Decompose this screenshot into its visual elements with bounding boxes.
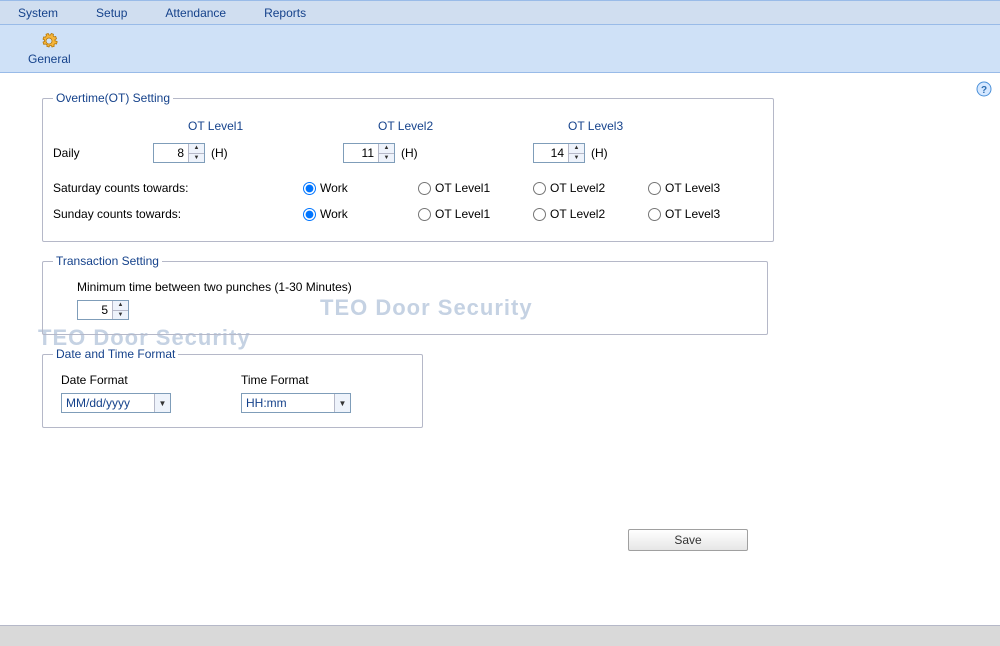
spin-up-icon[interactable]: ▲: [189, 144, 204, 154]
svg-text:?: ?: [981, 85, 987, 96]
hours-suffix: (H): [591, 146, 608, 160]
toolbar: General: [0, 25, 1000, 73]
sunday-l2-radio[interactable]: OT Level2: [533, 207, 648, 221]
time-format-label: Time Format: [241, 373, 351, 387]
status-strip: [0, 626, 1000, 646]
spin-down-icon[interactable]: ▼: [379, 154, 394, 163]
saturday-l3-radio[interactable]: OT Level3: [648, 181, 763, 195]
daily-l3-input[interactable]: [534, 144, 568, 162]
gear-icon: [40, 32, 58, 50]
time-format-value: HH:mm: [242, 396, 334, 410]
chevron-down-icon: ▼: [154, 394, 170, 412]
general-button[interactable]: General: [28, 32, 71, 66]
daily-l1-input[interactable]: [154, 144, 188, 162]
transaction-setting-group: Transaction Setting Minimum time between…: [42, 254, 768, 335]
help-icon[interactable]: ?: [976, 81, 992, 97]
min-punch-label: Minimum time between two punches (1-30 M…: [77, 280, 757, 294]
spin-up-icon[interactable]: ▲: [569, 144, 584, 154]
menu-attendance[interactable]: Attendance: [165, 6, 226, 20]
sunday-l3-radio[interactable]: OT Level3: [648, 207, 763, 221]
spin-down-icon[interactable]: ▼: [113, 311, 128, 320]
ot-header-l2: OT Level2: [343, 119, 533, 133]
datetime-legend: Date and Time Format: [53, 347, 178, 361]
daily-l2-spinner[interactable]: ▲▼: [343, 143, 395, 163]
spin-up-icon[interactable]: ▲: [113, 301, 128, 311]
daily-l3-spinner[interactable]: ▲▼: [533, 143, 585, 163]
min-punch-spinner[interactable]: ▲▼: [77, 300, 129, 320]
hours-suffix: (H): [211, 146, 228, 160]
spin-down-icon[interactable]: ▼: [569, 154, 584, 163]
saturday-l1-radio[interactable]: OT Level1: [418, 181, 533, 195]
ot-header-l1: OT Level1: [153, 119, 343, 133]
overtime-legend: Overtime(OT) Setting: [53, 91, 173, 105]
sunday-label: Sunday counts towards:: [53, 207, 303, 221]
transaction-legend: Transaction Setting: [53, 254, 162, 268]
general-label: General: [28, 52, 71, 66]
content-area: ? TEO Door Security TEO Door Security Ov…: [0, 73, 1000, 626]
daily-l2-input[interactable]: [344, 144, 378, 162]
date-format-value: MM/dd/yyyy: [62, 396, 154, 410]
saturday-l2-radio[interactable]: OT Level2: [533, 181, 648, 195]
daily-label: Daily: [53, 146, 153, 160]
menu-reports[interactable]: Reports: [264, 6, 306, 20]
date-format-label: Date Format: [61, 373, 171, 387]
menu-setup[interactable]: Setup: [96, 6, 127, 20]
ot-header-l3: OT Level3: [533, 119, 723, 133]
sunday-l1-radio[interactable]: OT Level1: [418, 207, 533, 221]
overtime-setting-group: Overtime(OT) Setting OT Level1 OT Level2…: [42, 91, 774, 242]
spin-down-icon[interactable]: ▼: [189, 154, 204, 163]
min-punch-input[interactable]: [78, 301, 112, 319]
saturday-label: Saturday counts towards:: [53, 181, 303, 195]
menu-system[interactable]: System: [18, 6, 58, 20]
chevron-down-icon: ▼: [334, 394, 350, 412]
menubar: System Setup Attendance Reports: [0, 0, 1000, 25]
date-time-format-group: Date and Time Format Date Format MM/dd/y…: [42, 347, 423, 428]
saturday-work-radio[interactable]: Work: [303, 181, 418, 195]
spin-up-icon[interactable]: ▲: [379, 144, 394, 154]
date-format-select[interactable]: MM/dd/yyyy ▼: [61, 393, 171, 413]
time-format-select[interactable]: HH:mm ▼: [241, 393, 351, 413]
daily-l1-spinner[interactable]: ▲▼: [153, 143, 205, 163]
hours-suffix: (H): [401, 146, 418, 160]
sunday-work-radio[interactable]: Work: [303, 207, 418, 221]
save-button[interactable]: Save: [628, 529, 748, 551]
